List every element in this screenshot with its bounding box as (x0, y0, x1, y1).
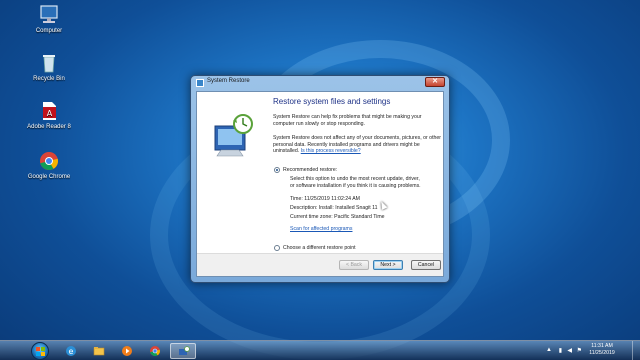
network-icon[interactable]: ▮ (559, 347, 562, 354)
desktop-icon-label: Adobe Reader 8 (27, 124, 71, 130)
taskbar: e ▲ ▮ ◀ ⚑ 11:31 AM 11/25/2019 (0, 340, 640, 360)
intro-text: System Restore can help fix problems tha… (273, 114, 422, 127)
chrome-icon (150, 346, 160, 356)
cancel-button[interactable]: Cancel (411, 260, 441, 270)
detail-text: System Restore does not affect any of yo… (273, 135, 443, 155)
taskbar-system-restore[interactable] (170, 343, 196, 359)
taskbar-clock[interactable]: 11:31 AM 11/25/2019 (582, 343, 622, 357)
different-restore-point-label[interactable]: Choose a different restore point (283, 245, 356, 251)
system-restore-icon (196, 79, 204, 87)
taskbar-file-explorer[interactable] (86, 343, 112, 359)
restore-time: Time: 11/25/2019 11:02:24 AM (290, 196, 360, 202)
desktop-icon-adobe-reader[interactable]: A Adobe Reader 8 (26, 100, 72, 131)
desktop-icon-computer[interactable]: Computer (26, 4, 72, 35)
computer-icon (38, 4, 60, 26)
clock-time: 11:31 AM (591, 343, 613, 349)
title-bar[interactable]: System Restore ✕ (191, 76, 449, 90)
desktop-icon-chrome[interactable]: Google Chrome (26, 150, 72, 181)
recycle-bin-icon (38, 52, 60, 74)
wizard-heading: Restore system files and settings (273, 97, 391, 106)
wizard-body: Restore system files and settings System… (196, 91, 444, 277)
taskbar-chrome[interactable] (142, 343, 168, 359)
media-player-icon (122, 346, 132, 356)
wizard-footer: < Back Next > Cancel (197, 253, 443, 276)
restore-description: Description: Install: Installed Snagit 1… (290, 205, 378, 211)
internet-explorer-icon: e (66, 346, 76, 356)
svg-text:e: e (69, 347, 74, 356)
recommended-desc: Select this option to undo the most rece… (290, 176, 421, 189)
desktop-icon-label: Recycle Bin (33, 76, 65, 82)
desktop-icon-recycle-bin[interactable]: Recycle Bin (26, 52, 72, 83)
recommended-restore-radio[interactable] (274, 167, 280, 173)
system-restore-art-icon (209, 112, 259, 160)
taskbar-media-player[interactable] (114, 343, 140, 359)
adobe-reader-icon: A (38, 100, 60, 122)
show-desktop-button[interactable] (632, 341, 640, 360)
tray-expand-icon[interactable]: ▲ (546, 347, 552, 353)
svg-text:A: A (47, 109, 53, 118)
file-explorer-icon (93, 347, 105, 356)
recommended-restore-label[interactable]: Recommended restore: (283, 167, 337, 173)
volume-icon[interactable]: ◀ (567, 347, 572, 354)
system-restore-window: System Restore ✕ Restore system files an… (190, 75, 450, 283)
start-button[interactable] (31, 342, 49, 360)
restore-timezone: Current time zone: Pacific Standard Time (290, 214, 385, 220)
reversible-link[interactable]: Is this process reversible? (301, 148, 361, 154)
clock-date: 11/25/2019 (589, 350, 615, 356)
chrome-icon (38, 150, 60, 172)
windows-logo-icon (36, 347, 45, 356)
desktop-icon-label: Computer (35, 28, 63, 34)
next-button[interactable]: Next > (373, 260, 403, 270)
close-button[interactable]: ✕ (425, 77, 445, 87)
different-restore-point-radio[interactable] (274, 245, 280, 251)
scan-affected-programs-link[interactable]: Scan for affected programs (290, 226, 460, 233)
taskbar-internet-explorer[interactable]: e (58, 343, 84, 359)
window-title: System Restore (207, 78, 250, 84)
back-button[interactable]: < Back (339, 260, 369, 270)
system-restore-icon (179, 346, 190, 355)
desktop-icon-label: Google Chrome (27, 174, 71, 180)
